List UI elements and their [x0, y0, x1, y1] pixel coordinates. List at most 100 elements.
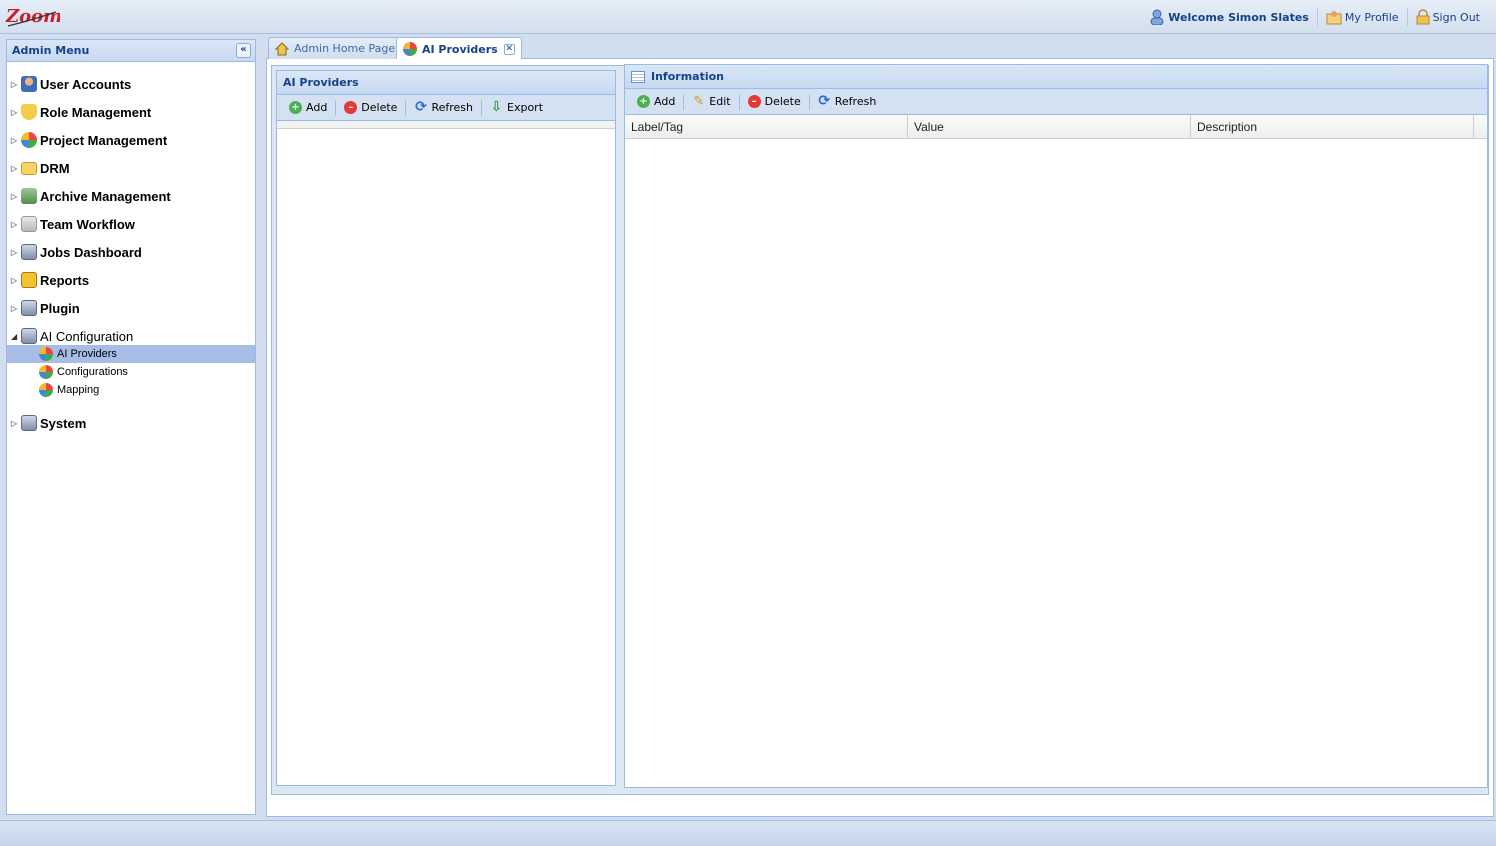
expand-arrow-icon[interactable]: ▷ — [11, 164, 21, 173]
user-icon — [21, 76, 37, 92]
tree-item-label: User Accounts — [40, 76, 132, 92]
panel-title: Information — [651, 70, 724, 83]
button-label: Export — [507, 101, 544, 114]
my-profile-label[interactable]: My Profile — [1345, 11, 1399, 24]
tree-item-ai-configuration[interactable]: ◢ AI Configuration — [7, 327, 255, 345]
tree-item-label: Reports — [40, 272, 90, 288]
tree-item-ai-providers[interactable]: AI Providers — [7, 345, 255, 363]
zoom-logo: Zoom — [5, 6, 60, 27]
tree-item-label: Team Workflow — [40, 216, 135, 232]
tree-item-system[interactable]: ▷ System — [7, 409, 255, 437]
tree-item-label: Configurations — [57, 366, 128, 378]
admin-menu-header: Admin Menu « — [7, 40, 255, 62]
toolbar-separator — [808, 93, 810, 110]
user-menu: Welcome Simon Slates My Profile Sign Out — [1142, 8, 1488, 26]
admin-menu-title: Admin Menu — [12, 44, 90, 57]
tab-admin-home-page[interactable]: Admin Home Page — [268, 37, 403, 59]
column-header-description[interactable]: Description — [1191, 115, 1474, 138]
tree-item-label: Project Management — [40, 132, 168, 148]
expand-arrow-icon[interactable]: ▷ — [11, 192, 21, 201]
information-panel-header: Information — [625, 65, 1487, 89]
tree-item-archive-management[interactable]: ▷ Archive Management — [7, 182, 255, 210]
tree-item-drm[interactable]: ▷ DRM — [7, 154, 255, 182]
toolbar-separator — [335, 99, 337, 116]
delete-icon: – — [344, 101, 358, 114]
tree-item-label: DRM — [40, 160, 70, 176]
tree-item-label: System — [40, 415, 87, 431]
info-delete-button[interactable]: – Delete — [742, 92, 807, 112]
tree-item-label: Mapping — [57, 384, 100, 396]
tree-item-mapping[interactable]: Mapping — [7, 381, 255, 399]
export-button[interactable]: ⇩ Export — [484, 98, 549, 118]
info-add-button[interactable]: + Add — [631, 92, 681, 112]
tab-body: AI Providers + Add – Delete ⟳ Refresh ⇩ … — [266, 59, 1494, 817]
close-icon[interactable]: ✕ — [503, 43, 515, 55]
toolbar-separator — [405, 99, 407, 116]
info-edit-button[interactable]: ✎ Edit — [686, 92, 736, 112]
expand-arrow-icon[interactable]: ▷ — [11, 136, 21, 145]
user-icon — [1150, 9, 1164, 25]
home-icon — [275, 41, 289, 55]
tree-item-role-management[interactable]: ▷ Role Management — [7, 98, 255, 126]
tree-item-configurations[interactable]: Configurations — [7, 363, 255, 381]
welcome-text: Welcome Simon Slates — [1168, 10, 1309, 24]
button-label: Refresh — [431, 101, 473, 114]
refresh-icon: ⟳ — [818, 93, 831, 109]
tree-item-team-workflow[interactable]: ▷ Team Workflow — [7, 210, 255, 238]
monitor-icon — [21, 300, 37, 316]
delete-button[interactable]: – Delete — [338, 98, 403, 118]
tab-label: Admin Home Page — [294, 42, 396, 55]
button-label: Edit — [709, 95, 731, 108]
tab-bar: Admin Home Page AI Providers ✕ — [266, 35, 1494, 60]
tree-item-reports[interactable]: ▷ Reports — [7, 266, 255, 294]
info-refresh-button[interactable]: ⟳ Refresh — [812, 92, 883, 112]
tree-item-project-management[interactable]: ▷ Project Management — [7, 126, 255, 154]
expand-arrow-icon[interactable]: ▷ — [11, 419, 21, 428]
refresh-button[interactable]: ⟳ Refresh — [408, 98, 479, 118]
collapse-sidebar-button[interactable]: « — [236, 43, 251, 58]
toolbar-separator — [683, 93, 685, 110]
expand-arrow-icon[interactable]: ▷ — [11, 108, 21, 117]
collapse-arrow-icon[interactable]: ◢ — [11, 332, 21, 341]
shield-icon — [21, 104, 37, 120]
tree-item-jobs-dashboard[interactable]: ▷ Jobs Dashboard — [7, 238, 255, 266]
add-button[interactable]: + Add — [283, 98, 333, 118]
information-panel: Information + Add ✎ Edit – Delete ⟳ Refr… — [624, 64, 1488, 788]
expand-arrow-icon[interactable]: ▷ — [11, 80, 21, 89]
ai-providers-panel: AI Providers + Add – Delete ⟳ Refresh ⇩ … — [276, 70, 616, 786]
top-bar: Zoom Welcome Simon Slates My Profile Sig… — [0, 0, 1496, 34]
column-label: Label/Tag — [631, 119, 684, 134]
column-header-label-tag[interactable]: Label/Tag — [625, 115, 908, 138]
ai-providers-panel-header: AI Providers — [277, 71, 615, 95]
admin-tree: ▷ User Accounts ▷ Role Management ▷ Proj… — [7, 62, 255, 437]
add-icon: + — [637, 95, 650, 108]
expand-arrow-icon[interactable]: ▷ — [11, 304, 21, 313]
profile-icon — [1326, 11, 1342, 25]
folder-icon — [21, 161, 37, 175]
expand-arrow-icon[interactable]: ▷ — [11, 276, 21, 285]
status-bar — [0, 820, 1496, 846]
export-icon: ⇩ — [490, 99, 503, 115]
lock-icon — [1416, 9, 1430, 25]
table-icon — [631, 70, 645, 83]
tree-item-plugin[interactable]: ▷ Plugin — [7, 294, 255, 322]
expand-arrow-icon[interactable]: ▷ — [11, 220, 21, 229]
welcome-item: Welcome Simon Slates — [1142, 8, 1317, 26]
logo-text: Zoom — [5, 6, 60, 27]
monitor-icon — [21, 328, 37, 344]
tab-ai-providers[interactable]: AI Providers ✕ — [396, 37, 522, 60]
expand-arrow-icon[interactable]: ▷ — [11, 248, 21, 257]
delete-icon: – — [747, 95, 761, 108]
pencil-icon: ✎ — [693, 94, 705, 109]
panel-title: AI Providers — [283, 76, 359, 89]
my-profile-link[interactable]: My Profile — [1316, 8, 1407, 26]
sign-out-label[interactable]: Sign Out — [1433, 11, 1480, 24]
globe-icon — [39, 365, 53, 379]
tree-item-user-accounts[interactable]: ▷ User Accounts — [7, 70, 255, 98]
sign-out-link[interactable]: Sign Out — [1406, 8, 1488, 26]
column-header-value[interactable]: Value — [908, 115, 1191, 138]
tree-item-label: AI Configuration — [40, 328, 134, 344]
content-area: AI Providers + Add – Delete ⟳ Refresh ⇩ … — [271, 64, 1489, 795]
globe-icon — [403, 42, 417, 56]
globe-icon — [39, 347, 53, 361]
